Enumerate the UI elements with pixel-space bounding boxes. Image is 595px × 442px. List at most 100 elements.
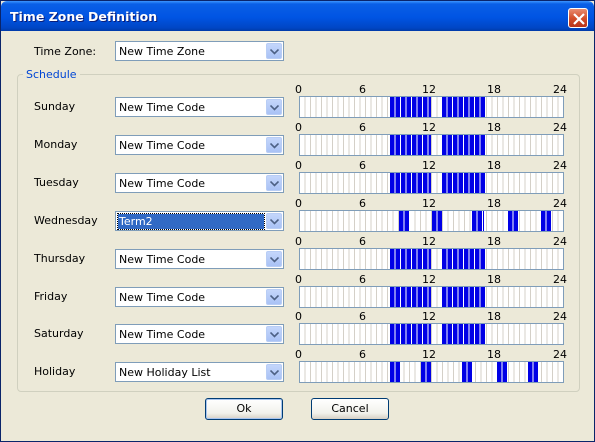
time-zone-definition-dialog: Time Zone Definition Time Zone: New Time… xyxy=(0,0,595,442)
hour-tick-label: 6 xyxy=(359,348,366,361)
schedule-timeline-tuesday[interactable] xyxy=(299,172,564,194)
hour-tick-label: 0 xyxy=(295,235,302,248)
timeline-axis-wednesday: 0 6 12 18 24 xyxy=(295,197,570,211)
dropdown-arrow-button[interactable] xyxy=(266,99,282,115)
hour-tick-label: 18 xyxy=(487,197,501,210)
active-time-block xyxy=(420,362,432,382)
active-time-block xyxy=(442,324,487,344)
active-time-block xyxy=(508,211,520,231)
dropdown-arrow-button[interactable] xyxy=(266,213,282,229)
time-code-dropdown-saturday[interactable]: New Time Code xyxy=(115,324,284,344)
time-code-value: New Time Code xyxy=(119,328,206,341)
time-zone-label: Time Zone: xyxy=(34,45,97,58)
active-time-block xyxy=(497,362,509,382)
timeline-axis-sunday: 0 6 12 18 24 xyxy=(295,83,570,97)
close-button[interactable] xyxy=(568,8,588,28)
schedule-timeline-wednesday[interactable] xyxy=(299,210,564,232)
dropdown-arrow-button[interactable] xyxy=(266,175,282,191)
hour-tick-label: 24 xyxy=(553,159,567,172)
active-time-block xyxy=(462,362,474,382)
time-code-dropdown-monday[interactable]: New Time Code xyxy=(115,135,284,155)
time-code-dropdown-holiday[interactable]: New Holiday List xyxy=(115,362,284,382)
active-time-block xyxy=(389,249,432,269)
title-bar[interactable]: Time Zone Definition xyxy=(1,1,594,31)
time-code-value: New Time Code xyxy=(119,177,206,190)
time-code-value: Term2 xyxy=(117,213,265,230)
hour-tick-label: 6 xyxy=(359,273,366,286)
hour-tick-label: 24 xyxy=(553,310,567,323)
active-time-block xyxy=(389,324,432,344)
active-time-block xyxy=(541,211,553,231)
hour-tick-label: 24 xyxy=(553,83,567,96)
time-code-dropdown-friday[interactable]: New Time Code xyxy=(115,287,284,307)
active-time-block xyxy=(442,135,487,155)
hour-tick-label: 12 xyxy=(422,121,436,134)
time-zone-dropdown[interactable]: New Time Zone xyxy=(115,41,284,61)
hour-tick-label: 6 xyxy=(359,197,366,210)
hour-tick-label: 18 xyxy=(487,83,501,96)
timeline-axis-saturday: 0 6 12 18 24 xyxy=(295,310,570,324)
time-code-dropdown-tuesday[interactable]: New Time Code xyxy=(115,173,284,193)
hour-tick-label: 0 xyxy=(295,273,302,286)
schedule-timeline-sunday[interactable] xyxy=(299,96,564,118)
hour-tick-label: 24 xyxy=(553,273,567,286)
chevron-down-icon xyxy=(270,105,279,111)
schedule-timeline-friday[interactable] xyxy=(299,286,564,308)
time-code-dropdown-sunday[interactable]: New Time Code xyxy=(115,97,284,117)
day-label-saturday: Saturday xyxy=(34,327,84,340)
dropdown-arrow-button[interactable] xyxy=(266,43,282,59)
timeline-axis-friday: 0 6 12 18 24 xyxy=(295,273,570,287)
timeline-axis-monday: 0 6 12 18 24 xyxy=(295,121,570,135)
day-label-wednesday: Wednesday xyxy=(34,214,98,227)
schedule-timeline-thursday[interactable] xyxy=(299,248,564,270)
time-code-dropdown-wednesday[interactable]: Term2 xyxy=(115,211,284,231)
hour-tick-label: 6 xyxy=(359,159,366,172)
active-time-block xyxy=(431,211,443,231)
hour-tick-label: 18 xyxy=(487,310,501,323)
day-label-friday: Friday xyxy=(34,290,68,303)
timeline-axis-holiday: 0 6 12 18 24 xyxy=(295,348,570,362)
hour-tick-label: 6 xyxy=(359,235,366,248)
active-time-block xyxy=(389,287,432,307)
hour-tick-label: 18 xyxy=(487,159,501,172)
dropdown-arrow-button[interactable] xyxy=(266,364,282,380)
hour-tick-label: 6 xyxy=(359,121,366,134)
schedule-timeline-monday[interactable] xyxy=(299,134,564,156)
time-code-value: New Time Code xyxy=(119,253,206,266)
time-zone-value: New Time Zone xyxy=(119,45,205,58)
cancel-button[interactable]: Cancel xyxy=(311,398,389,420)
dropdown-arrow-button[interactable] xyxy=(266,137,282,153)
active-time-block xyxy=(389,135,432,155)
hour-tick-label: 0 xyxy=(295,310,302,323)
window-title: Time Zone Definition xyxy=(10,9,158,24)
timeline-axis-tuesday: 0 6 12 18 24 xyxy=(295,159,570,173)
hour-tick-label: 0 xyxy=(295,348,302,361)
close-icon xyxy=(573,13,585,25)
chevron-down-icon xyxy=(270,143,279,149)
active-time-block xyxy=(389,362,401,382)
hour-tick-label: 6 xyxy=(359,310,366,323)
schedule-timeline-saturday[interactable] xyxy=(299,323,564,345)
hour-tick-label: 18 xyxy=(487,121,501,134)
hour-tick-label: 12 xyxy=(422,235,436,248)
time-code-dropdown-thursday[interactable]: New Time Code xyxy=(115,249,284,269)
hour-tick-label: 0 xyxy=(295,83,302,96)
hour-tick-label: 18 xyxy=(487,348,501,361)
active-time-block xyxy=(389,97,432,117)
time-code-value: New Time Code xyxy=(119,101,206,114)
dropdown-arrow-button[interactable] xyxy=(266,251,282,267)
schedule-group-label: Schedule xyxy=(23,68,80,81)
day-label-monday: Monday xyxy=(34,138,78,151)
active-time-block xyxy=(472,211,485,231)
day-label-thursday: Thursday xyxy=(34,252,86,265)
chevron-down-icon xyxy=(270,181,279,187)
hour-tick-label: 12 xyxy=(422,348,436,361)
hour-tick-label: 0 xyxy=(295,197,302,210)
schedule-timeline-holiday[interactable] xyxy=(299,361,564,383)
ok-button[interactable]: Ok xyxy=(205,398,283,420)
hour-tick-label: 24 xyxy=(553,235,567,248)
active-time-block xyxy=(527,362,539,382)
time-code-value: New Holiday List xyxy=(119,366,211,379)
dropdown-arrow-button[interactable] xyxy=(266,289,282,305)
dropdown-arrow-button[interactable] xyxy=(266,326,282,342)
